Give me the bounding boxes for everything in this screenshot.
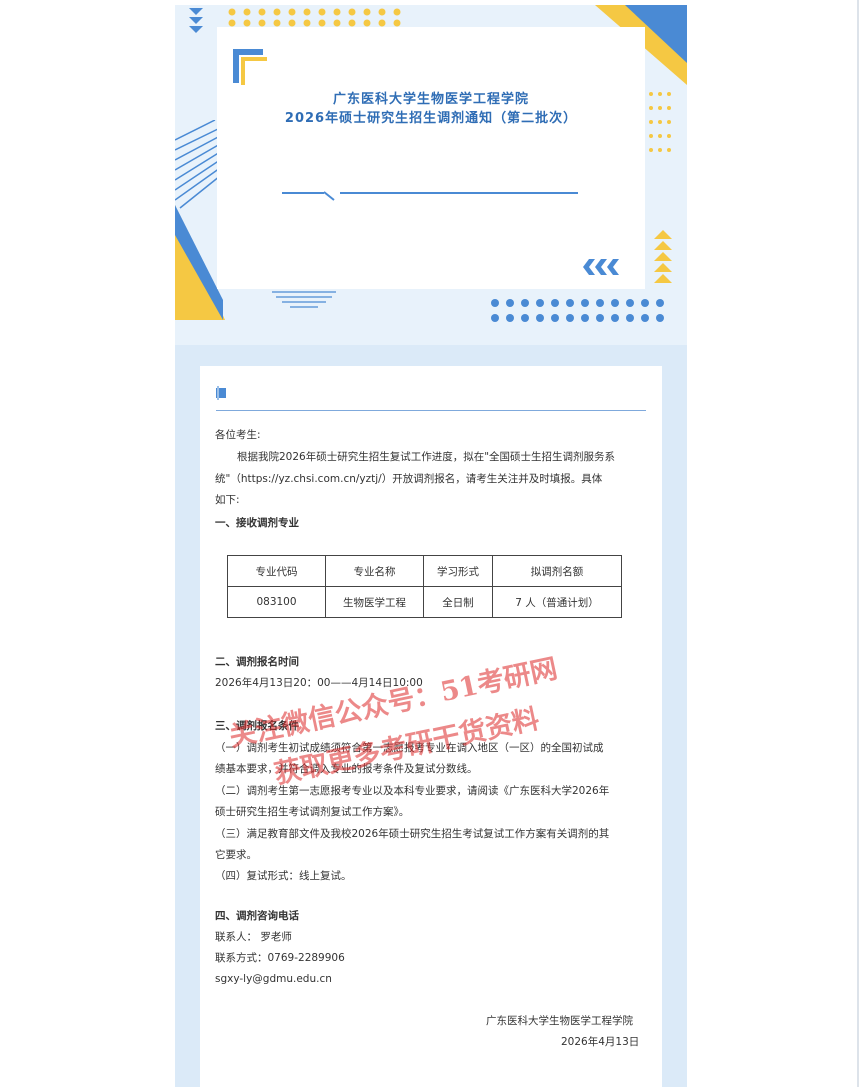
table-row: 083100 生物医学工程 全日制 7 人（普通计划） xyxy=(227,586,622,618)
condition-text: 硕士研究生招生考试调剂复试工作方案》。 xyxy=(215,806,410,818)
header-banner: 广东医科大学生物医学工程学院 2026年硕士研究生招生调剂通知（第二批次） xyxy=(175,5,687,345)
section-heading: 二、调剂报名时间 xyxy=(215,656,299,668)
dots-decoration xyxy=(228,8,401,27)
table-header-cell: 拟调剂名额 xyxy=(492,555,622,587)
condition-text: （四）复试形式：线上复试。 xyxy=(215,870,352,882)
title-underline xyxy=(340,192,578,194)
underline-notch xyxy=(324,191,335,201)
arrow-down-icon xyxy=(189,8,203,15)
intro-text: 根据我院2026年硕士研究生招生复试工作进度，拟在"全国硕士生招生调剂服务系 xyxy=(237,451,616,463)
scrollbar-edge xyxy=(857,0,859,1087)
table-cell: 7 人（普通计划） xyxy=(492,586,622,618)
table-cell: 全日制 xyxy=(423,586,493,618)
condition-text: （二）调剂考生第一志愿报考专业以及本科专业要求，请阅读《广东医科大学2026年 xyxy=(215,785,610,797)
dots-decoration xyxy=(649,92,671,152)
table-header-cell: 学习形式 xyxy=(423,555,493,587)
majors-table: 专业代码 专业名称 学习形式 拟调剂名额 083100 生物医学工程 全日制 7… xyxy=(227,555,622,618)
signature-date: 2026年4月13日 xyxy=(561,1036,640,1048)
intro-text: 统"（https://yz.chsi.com.cn/yztj/）开放调剂报名，请… xyxy=(215,473,603,485)
table-header-cell: 专业名称 xyxy=(325,555,424,587)
condition-text: 它要求。 xyxy=(215,849,257,861)
condition-text: （三）满足教育部文件及我校2026年硕士研究生招生考试复试工作方案有关调剂的其 xyxy=(215,828,610,840)
poster: 广东医科大学生物医学工程学院 2026年硕士研究生招生调剂通知（第二批次） 各位… xyxy=(175,5,687,1087)
section-marker-icon xyxy=(217,386,219,400)
page-title: 广东医科大学生物医学工程学院 xyxy=(332,92,529,107)
arrow-down-icon xyxy=(189,17,203,24)
contact-phone: 联系方式：0769-2289906 xyxy=(215,952,345,964)
contact-email[interactable]: sgxy-ly@gdmu.edu.cn xyxy=(215,972,332,986)
table-header-cell: 专业代码 xyxy=(227,555,326,587)
table-cell: 生物医学工程 xyxy=(325,586,424,618)
divider xyxy=(216,410,646,411)
arrow-down-icon xyxy=(189,26,203,33)
page-subtitle: 2026年硕士研究生招生调剂通知（第二批次） xyxy=(284,111,578,126)
intro-text: 如下: xyxy=(215,494,240,506)
section-heading: 四、调剂咨询电话 xyxy=(215,910,299,922)
title-card: 广东医科大学生物医学工程学院 2026年硕士研究生招生调剂通知（第二批次） xyxy=(217,27,645,289)
contact-person: 联系人： 罗老师 xyxy=(215,931,292,943)
dots-decoration xyxy=(491,299,664,322)
title-underline xyxy=(282,192,324,194)
table-header-row: 专业代码 专业名称 学习形式 拟调剂名额 xyxy=(227,555,622,587)
arrow-up-icon xyxy=(654,230,672,283)
greeting: 各位考生: xyxy=(215,429,261,441)
chevron-left-icon xyxy=(583,259,619,275)
corner-bracket-icon xyxy=(233,49,267,85)
signature-org: 广东医科大学生物医学工程学院 xyxy=(486,1015,633,1027)
section-heading: 一、接收调剂专业 xyxy=(215,517,299,529)
table-cell: 083100 xyxy=(227,586,326,618)
stripes-decoration xyxy=(272,291,336,308)
